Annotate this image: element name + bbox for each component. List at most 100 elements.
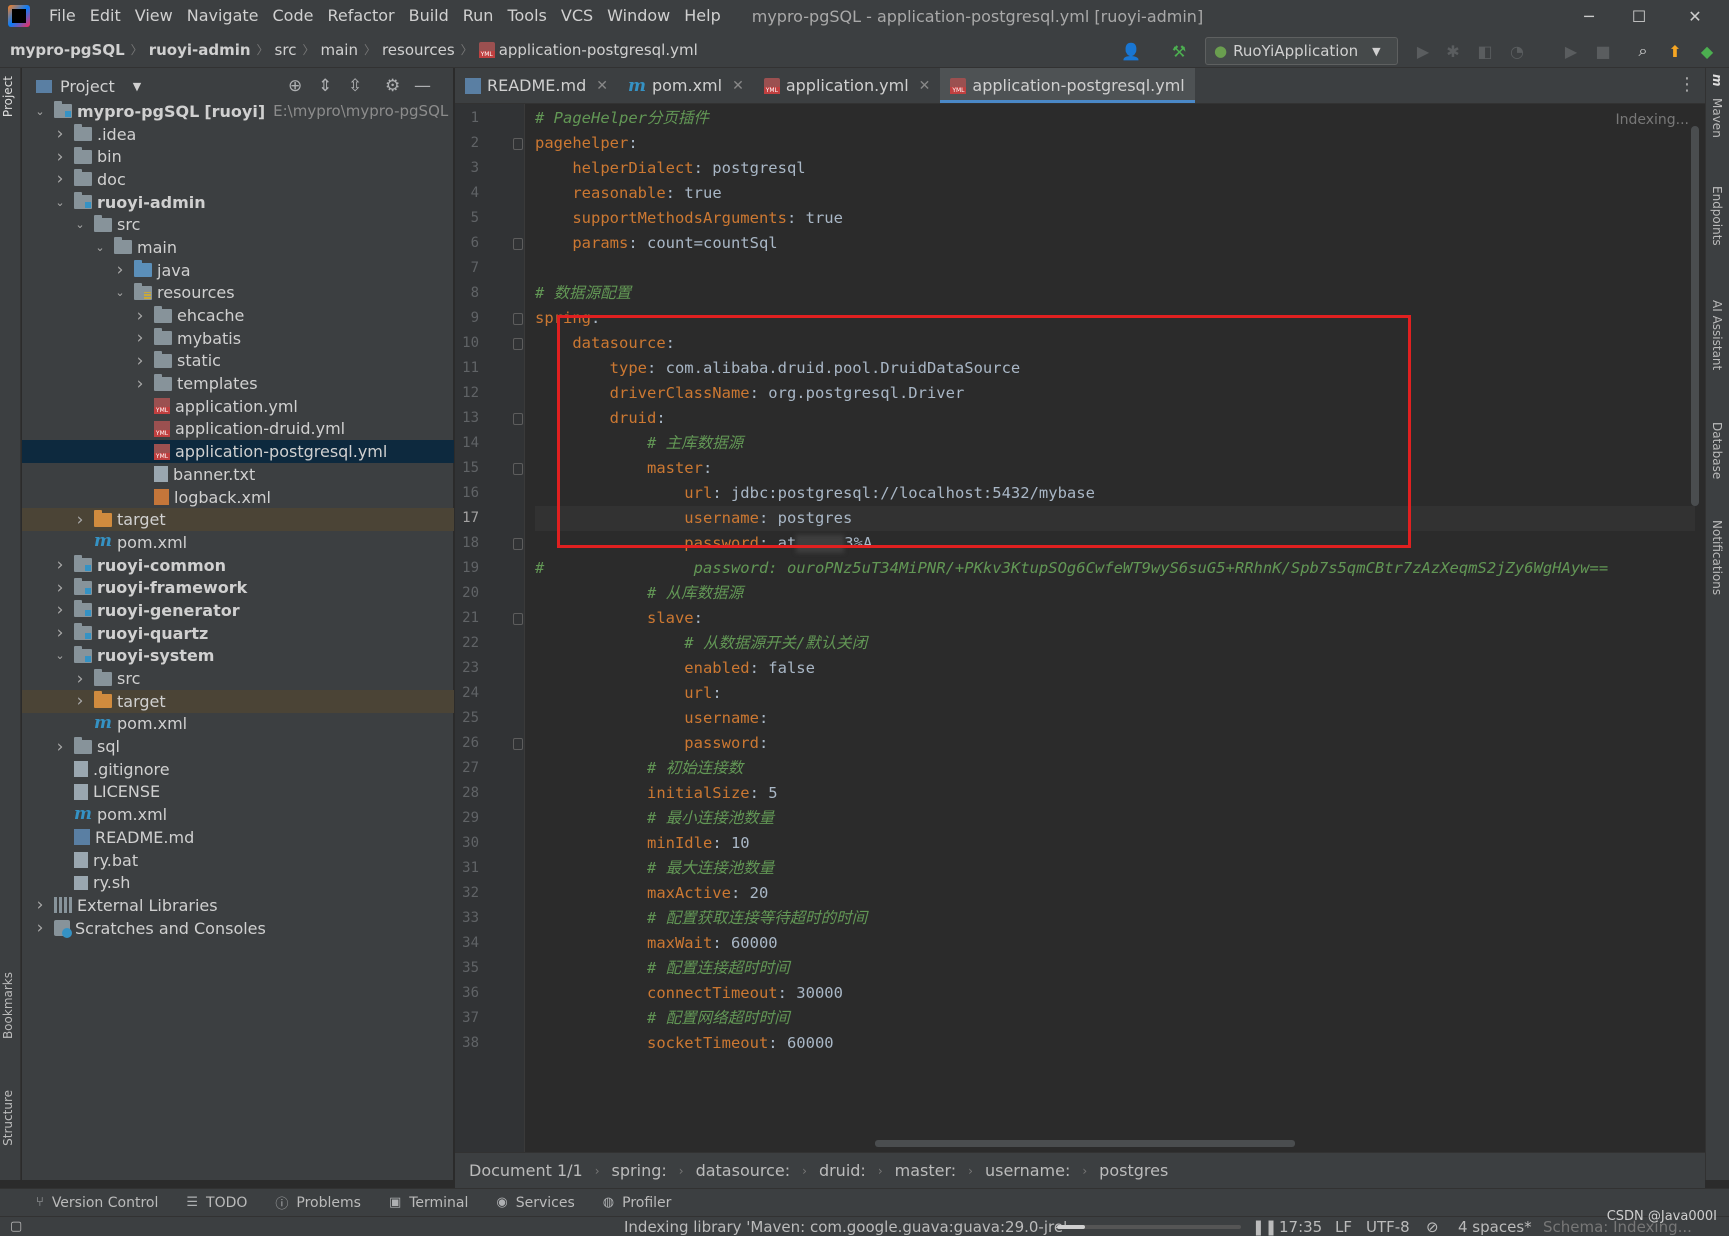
- menu-refactor[interactable]: Refactor: [320, 0, 401, 32]
- chevron-right-icon[interactable]: ›: [52, 555, 68, 575]
- tree-item[interactable]: ›application-druid.yml: [22, 418, 454, 441]
- code-line[interactable]: # 从库数据源: [535, 581, 743, 606]
- run-configuration-selector[interactable]: ● RuoYiApplication ▼: [1205, 37, 1398, 65]
- tool-terminal[interactable]: ▣ Terminal: [389, 1195, 468, 1211]
- run-icon[interactable]: ▶: [1412, 40, 1434, 62]
- close-tab-icon[interactable]: ✕: [596, 78, 608, 94]
- tree-item[interactable]: › ehcache: [22, 304, 454, 327]
- chevron-right-icon[interactable]: ›: [72, 691, 88, 711]
- menu-run[interactable]: Run: [456, 0, 501, 32]
- close-tab-icon[interactable]: ✕: [919, 78, 931, 94]
- chevron-down-icon[interactable]: ⌄: [112, 286, 128, 299]
- horizontal-scrollbar[interactable]: [875, 1140, 1295, 1147]
- tree-item[interactable]: › .idea: [22, 123, 454, 146]
- tree-item[interactable]: ›mpom.xml: [22, 531, 454, 554]
- user-icon[interactable]: 👤: [1120, 40, 1142, 62]
- chevron-right-icon[interactable]: ›: [132, 374, 148, 394]
- chevron-down-icon[interactable]: ⌄: [92, 241, 108, 254]
- tree-item[interactable]: › target: [22, 689, 454, 713]
- tree-item[interactable]: ›LICENSE: [22, 781, 454, 804]
- endpoints-tool-button[interactable]: Endpoints: [1710, 186, 1724, 246]
- tree-item[interactable]: › ruoyi-common: [22, 554, 454, 577]
- tool-problems[interactable]: ⓘ Problems: [275, 1193, 361, 1213]
- code-line[interactable]: # 初始连接数: [535, 756, 743, 781]
- tree-item[interactable]: › External Libraries: [22, 894, 454, 917]
- bookmarks-tool-button[interactable]: Bookmarks: [1, 972, 15, 1039]
- code-line[interactable]: supportMethodsArguments: true: [535, 206, 843, 231]
- pause-icon[interactable]: ❚❚: [1252, 1217, 1277, 1236]
- tree-item[interactable]: › templates: [22, 372, 454, 395]
- layout-icon[interactable]: ▢: [10, 1217, 22, 1236]
- chevron-right-icon[interactable]: ›: [52, 169, 68, 189]
- chevron-right-icon[interactable]: ›: [132, 328, 148, 348]
- code-line[interactable]: # PageHelper分页插件: [535, 106, 709, 131]
- code-line[interactable]: minIdle: 10: [535, 831, 750, 856]
- breadcrumb-module[interactable]: ruoyi-admin: [149, 41, 251, 59]
- tree-item[interactable]: › ruoyi-quartz: [22, 622, 454, 645]
- gear-icon[interactable]: ⚙: [385, 76, 400, 96]
- fold-marker-icon[interactable]: [513, 138, 523, 150]
- code-editor[interactable]: 1 2 3 4 5 6 7 8 9 10 11 12 13 14 15 16 17 18 19 20 21 22 23 24 2…: [455, 104, 1705, 1152]
- tree-item[interactable]: › mybatis: [22, 327, 454, 350]
- fold-marker-icon[interactable]: [513, 413, 523, 425]
- menu-edit[interactable]: Edit: [83, 0, 128, 32]
- menu-window[interactable]: Window: [600, 0, 677, 32]
- chevron-right-icon[interactable]: ›: [72, 510, 88, 530]
- chevron-down-icon[interactable]: ▼: [133, 80, 141, 93]
- chevron-right-icon[interactable]: ›: [32, 918, 48, 938]
- tree-item[interactable]: ⌄ ruoyi-system: [22, 645, 454, 668]
- tree-item[interactable]: ›.gitignore: [22, 758, 454, 781]
- tree-item[interactable]: ›logback.xml: [22, 486, 454, 509]
- fold-marker-icon[interactable]: [513, 238, 523, 250]
- tool-profiler[interactable]: ◍ Profiler: [603, 1195, 672, 1211]
- tab-application-postgresql-yml[interactable]: application-postgresql.yml: [940, 68, 1196, 103]
- locate-icon[interactable]: ⊕: [288, 76, 302, 96]
- chevron-right-icon[interactable]: ›: [112, 260, 128, 280]
- ai-assistant-tool-button[interactable]: AI Assistant: [1710, 300, 1724, 370]
- chevron-down-icon[interactable]: ⌄: [52, 196, 68, 209]
- fold-marker-icon[interactable]: [513, 613, 523, 625]
- coverage-icon[interactable]: ◧: [1474, 40, 1496, 62]
- chevron-right-icon[interactable]: ›: [52, 600, 68, 620]
- tree-item[interactable]: ›application-postgresql.yml: [22, 440, 454, 463]
- chevron-right-icon[interactable]: ›: [132, 306, 148, 326]
- code-line[interactable]: # 配置网络超时时间: [535, 1006, 790, 1031]
- chevron-right-icon[interactable]: ›: [52, 737, 68, 757]
- tree-item[interactable]: ›ry.sh: [22, 871, 454, 894]
- menu-help[interactable]: Help: [677, 0, 727, 32]
- tree-item[interactable]: › sql: [22, 735, 454, 758]
- code-line[interactable]: connectTimeout: 30000: [535, 981, 843, 1006]
- tree-item[interactable]: ⌄ src: [22, 213, 454, 236]
- debug-icon[interactable]: ✱: [1442, 40, 1464, 62]
- tab-application-yml[interactable]: application.yml ✕: [754, 68, 941, 103]
- build-hammer-icon[interactable]: ⚒: [1168, 40, 1190, 62]
- indent-setting[interactable]: 4 spaces*: [1458, 1217, 1532, 1236]
- tree-item[interactable]: ⌄ resources: [22, 282, 454, 305]
- code-line[interactable]: socketTimeout: 60000: [535, 1031, 834, 1056]
- code-line[interactable]: helperDialect: postgresql: [535, 156, 805, 181]
- database-tool-button[interactable]: Database: [1710, 422, 1724, 479]
- code-line[interactable]: # 最大连接池数量: [535, 856, 774, 881]
- chevron-right-icon[interactable]: ›: [52, 124, 68, 144]
- tool-services[interactable]: ◉ Services: [496, 1195, 574, 1211]
- file-encoding[interactable]: UTF-8: [1366, 1217, 1410, 1236]
- code-line[interactable]: # password: ouroPNz5uT34MiPNR/+PKkv3Ktup…: [535, 556, 1608, 581]
- code-line[interactable]: params: count=countSql: [535, 231, 777, 256]
- collapse-all-icon[interactable]: ⇳: [348, 76, 362, 96]
- editor-breadcrumb-item[interactable]: spring:: [612, 1161, 667, 1180]
- menu-tools[interactable]: Tools: [500, 0, 553, 32]
- tab-readme-md[interactable]: README.md ✕: [455, 68, 618, 103]
- code-line[interactable]: # 配置获取连接等待超时的时间: [535, 906, 867, 931]
- tree-item[interactable]: ⌄ ruoyi-admin: [22, 191, 454, 214]
- code-line[interactable]: reasonable: true: [535, 181, 721, 206]
- code-line[interactable]: initialSize: 5: [535, 781, 778, 806]
- hide-icon[interactable]: —: [414, 76, 431, 96]
- vertical-scrollbar[interactable]: [1691, 126, 1699, 506]
- code-line[interactable]: slave:: [535, 606, 703, 631]
- tree-item[interactable]: ›application.yml: [22, 395, 454, 418]
- breadcrumb-resources[interactable]: resources: [382, 41, 455, 59]
- code-line[interactable]: # 配置连接超时时间: [535, 956, 790, 981]
- tree-item[interactable]: ›banner.txt: [22, 463, 454, 486]
- tree-item[interactable]: › target: [22, 508, 454, 532]
- close-icon[interactable]: ✕: [1667, 0, 1723, 32]
